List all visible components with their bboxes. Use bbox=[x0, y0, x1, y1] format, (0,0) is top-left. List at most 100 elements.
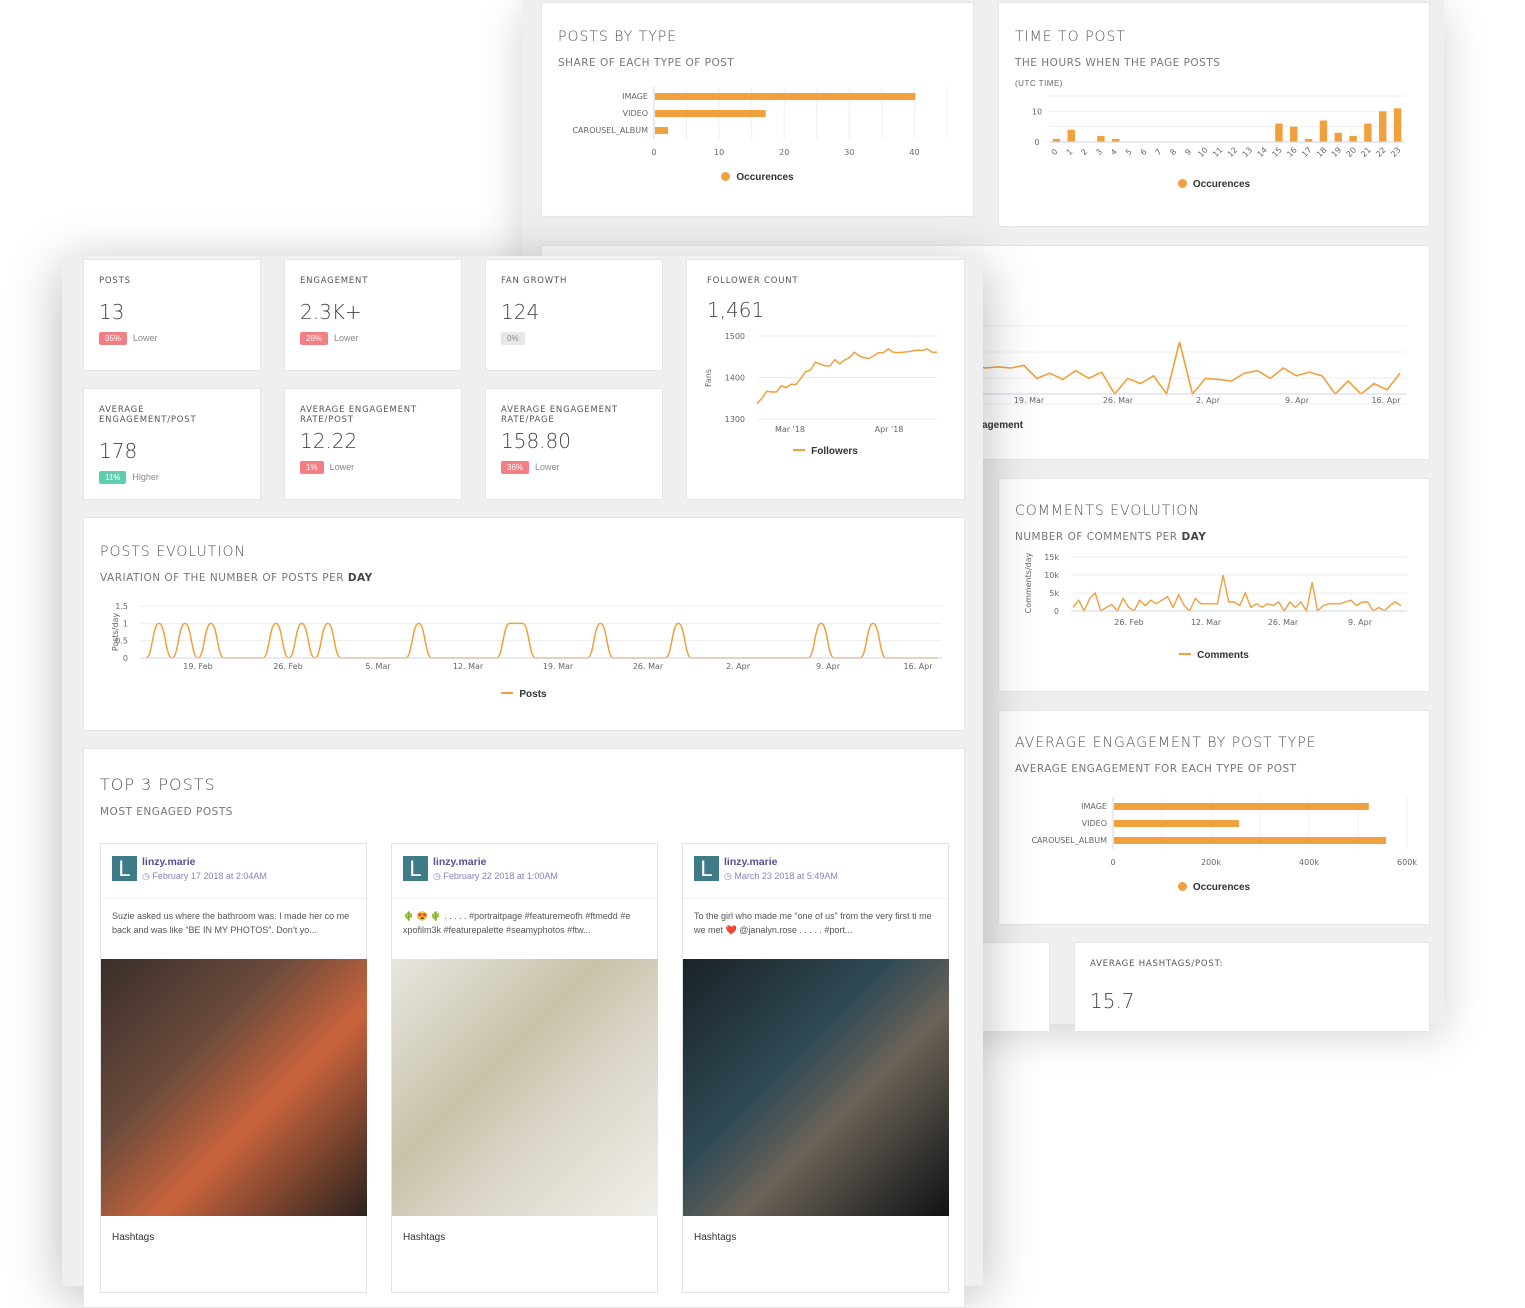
delta-badge: 1% bbox=[300, 461, 324, 474]
kpi-delta: 1% Lower bbox=[300, 461, 446, 474]
chart-legend[interactable]: Comments bbox=[1015, 650, 1413, 661]
x-tick-label: 26. Mar bbox=[1268, 618, 1299, 627]
x-tick-label: 5 bbox=[1124, 147, 1134, 157]
bar bbox=[1349, 135, 1357, 142]
bar bbox=[1379, 111, 1387, 142]
kpi-delta: 28% Lower bbox=[300, 332, 446, 345]
category-label: CAROUSEL_ALBUM bbox=[572, 126, 648, 135]
kpi-value: 15.7 bbox=[1090, 989, 1135, 1013]
x-tick-label: 5. Mar bbox=[365, 662, 391, 671]
bar bbox=[1364, 123, 1372, 142]
top-post-card[interactable]: L linzy.marie ◷ March 23 2018 at 5:49AM … bbox=[682, 843, 949, 1293]
posts-by-type-card: POSTS BY TYPE SHARE OF EACH TYPE OF POST… bbox=[541, 2, 974, 217]
kpi-delta: 0% bbox=[501, 332, 647, 345]
post-photo[interactable] bbox=[101, 959, 367, 1216]
followers-line bbox=[756, 347, 937, 405]
x-tick-label: 2. Apr bbox=[1196, 396, 1221, 405]
chart-legend[interactable]: Occurences bbox=[1015, 179, 1413, 190]
y-tick-label: 5k bbox=[1049, 589, 1059, 598]
chart-legend[interactable]: Followers bbox=[707, 446, 944, 457]
kpi-card: POSTS 13 35% Lower bbox=[83, 259, 261, 371]
bar bbox=[655, 93, 916, 100]
y-tick-label: 1 bbox=[123, 619, 128, 628]
time-to-post-card: TIME TO POST THE HOURS WHEN THE PAGE POS… bbox=[998, 2, 1430, 227]
follower-chart: 1300 1400 1500 Fans Mar '18 Apr '18 bbox=[704, 332, 937, 434]
bar bbox=[1067, 129, 1075, 142]
kpi-value: 178 bbox=[99, 439, 138, 463]
card-title: TOP 3 POSTS bbox=[100, 775, 216, 794]
post-caption: 🌵 😍 🌵 . . . . . #portraitpage #featureme… bbox=[403, 911, 631, 935]
post-hashtags-label: Hashtags bbox=[112, 1232, 155, 1243]
y-axis-label: Fans bbox=[704, 369, 713, 387]
x-tick-label: 4 bbox=[1109, 147, 1119, 157]
card-title: TIME TO POST bbox=[1015, 29, 1126, 45]
card-title: COMMENTS EVOLUTION bbox=[1015, 503, 1200, 519]
x-tick-label: 21 bbox=[1359, 145, 1373, 159]
clock-icon: ◷ bbox=[142, 871, 153, 881]
x-tick-label: 1 bbox=[1064, 147, 1074, 157]
y-tick-label: 1300 bbox=[725, 415, 745, 424]
x-tick-label: Apr '18 bbox=[875, 425, 904, 434]
category-label: VIDEO bbox=[623, 109, 648, 118]
y-tick-label: 10k bbox=[1044, 571, 1059, 580]
post-date: ◷ February 22 2018 at 1:00AM bbox=[433, 871, 558, 881]
kpi-value: 2.3K+ bbox=[300, 300, 362, 324]
kpi-delta: 35% Lower bbox=[99, 332, 245, 345]
post-username[interactable]: linzy.marie bbox=[142, 856, 366, 868]
tick-label: 600k bbox=[1397, 858, 1417, 867]
x-tick-label: 9. Apr bbox=[816, 662, 841, 671]
delta-trend: Lower bbox=[329, 461, 355, 472]
x-tick-label: 19 bbox=[1330, 145, 1344, 159]
bar bbox=[1114, 803, 1369, 810]
y-axis-label: Posts/day bbox=[111, 613, 120, 652]
bar bbox=[1393, 108, 1402, 142]
y-axis-label: Comments/day bbox=[1024, 552, 1033, 613]
kpi-card: ENGAGEMENT 2.3K+ 28% Lower bbox=[284, 259, 462, 371]
avg-engagement-by-type-card: AVERAGE ENGAGEMENT BY POST TYPE AVERAGE … bbox=[998, 710, 1430, 925]
time-to-post-chart: 0100 1 2 3 4 5 6 7 8 9 10 11 12 13 14 15 16 17 18 19 20 21 22 2… bbox=[1032, 95, 1405, 159]
avatar: L bbox=[112, 856, 137, 881]
x-tick-label: 19. Mar bbox=[1014, 396, 1045, 405]
kpi-label: FOLLOWER COUNT bbox=[707, 276, 799, 286]
x-tick-label: 11 bbox=[1211, 145, 1225, 159]
bar bbox=[1114, 820, 1239, 827]
posts-evolution-card: POSTS EVOLUTION VARIATION OF THE NUMBER … bbox=[83, 517, 965, 731]
kpi-delta: 11% Higher bbox=[99, 471, 245, 484]
post-username[interactable]: linzy.marie bbox=[724, 856, 948, 868]
chart-legend[interactable]: Posts bbox=[100, 689, 948, 700]
posts-evolution-chart: 00.511.5Posts/day19. Feb 26. Feb 5. Mar 12.… bbox=[111, 602, 942, 671]
post-photo[interactable] bbox=[683, 959, 949, 1216]
post-photo[interactable] bbox=[392, 959, 658, 1216]
post-username[interactable]: linzy.marie bbox=[433, 856, 657, 868]
top-post-card[interactable]: L linzy.marie ◷ February 17 2018 at 2:04… bbox=[100, 843, 367, 1293]
legend-dot-icon bbox=[1177, 882, 1187, 891]
tick-label: 20 bbox=[779, 148, 789, 157]
x-tick-label: 8 bbox=[1168, 147, 1178, 157]
x-tick-label: Mar '18 bbox=[775, 425, 805, 434]
y-tick-label: 0 bbox=[123, 654, 128, 663]
kpi-card: AVERAGE ENGAGEMENT/POST 178 11% Higher bbox=[83, 388, 261, 500]
legend-line-icon bbox=[501, 692, 514, 694]
tick-label: 400k bbox=[1299, 858, 1319, 867]
tick-label: 0 bbox=[1110, 858, 1115, 867]
tick-label: 30 bbox=[844, 148, 854, 157]
top-post-card[interactable]: L linzy.marie ◷ February 22 2018 at 1:00… bbox=[391, 843, 658, 1293]
posts-by-type-chart: IMAGE VIDEO CAROUSEL_ALBUM 0 10 20 30 40 bbox=[572, 87, 948, 157]
chart-legend[interactable]: agement bbox=[982, 420, 1023, 431]
timezone-note: (UTC TIME) bbox=[1015, 79, 1063, 88]
kpi-value: 158.80 bbox=[501, 429, 571, 453]
y-tick-label: 0 bbox=[1034, 138, 1039, 147]
x-tick-label: 12. Mar bbox=[1191, 618, 1222, 627]
tick-label: 10 bbox=[714, 148, 724, 157]
card-subtitle: VARIATION OF THE NUMBER OF POSTS PER DAY bbox=[100, 572, 373, 584]
x-tick-label: 16 bbox=[1285, 145, 1299, 159]
tick-label: 40 bbox=[909, 148, 919, 157]
x-tick-label: 20 bbox=[1345, 145, 1359, 159]
post-header: L linzy.marie ◷ February 17 2018 at 2:04… bbox=[101, 844, 366, 899]
engagement-line bbox=[971, 341, 1401, 396]
card-subtitle: SHARE OF EACH TYPE OF POST bbox=[558, 57, 735, 69]
chart-legend[interactable]: Occurences bbox=[1015, 882, 1413, 893]
x-tick-label: 7 bbox=[1153, 147, 1163, 157]
x-tick-label: 14 bbox=[1256, 145, 1270, 159]
chart-legend[interactable]: Occurences bbox=[558, 172, 957, 183]
